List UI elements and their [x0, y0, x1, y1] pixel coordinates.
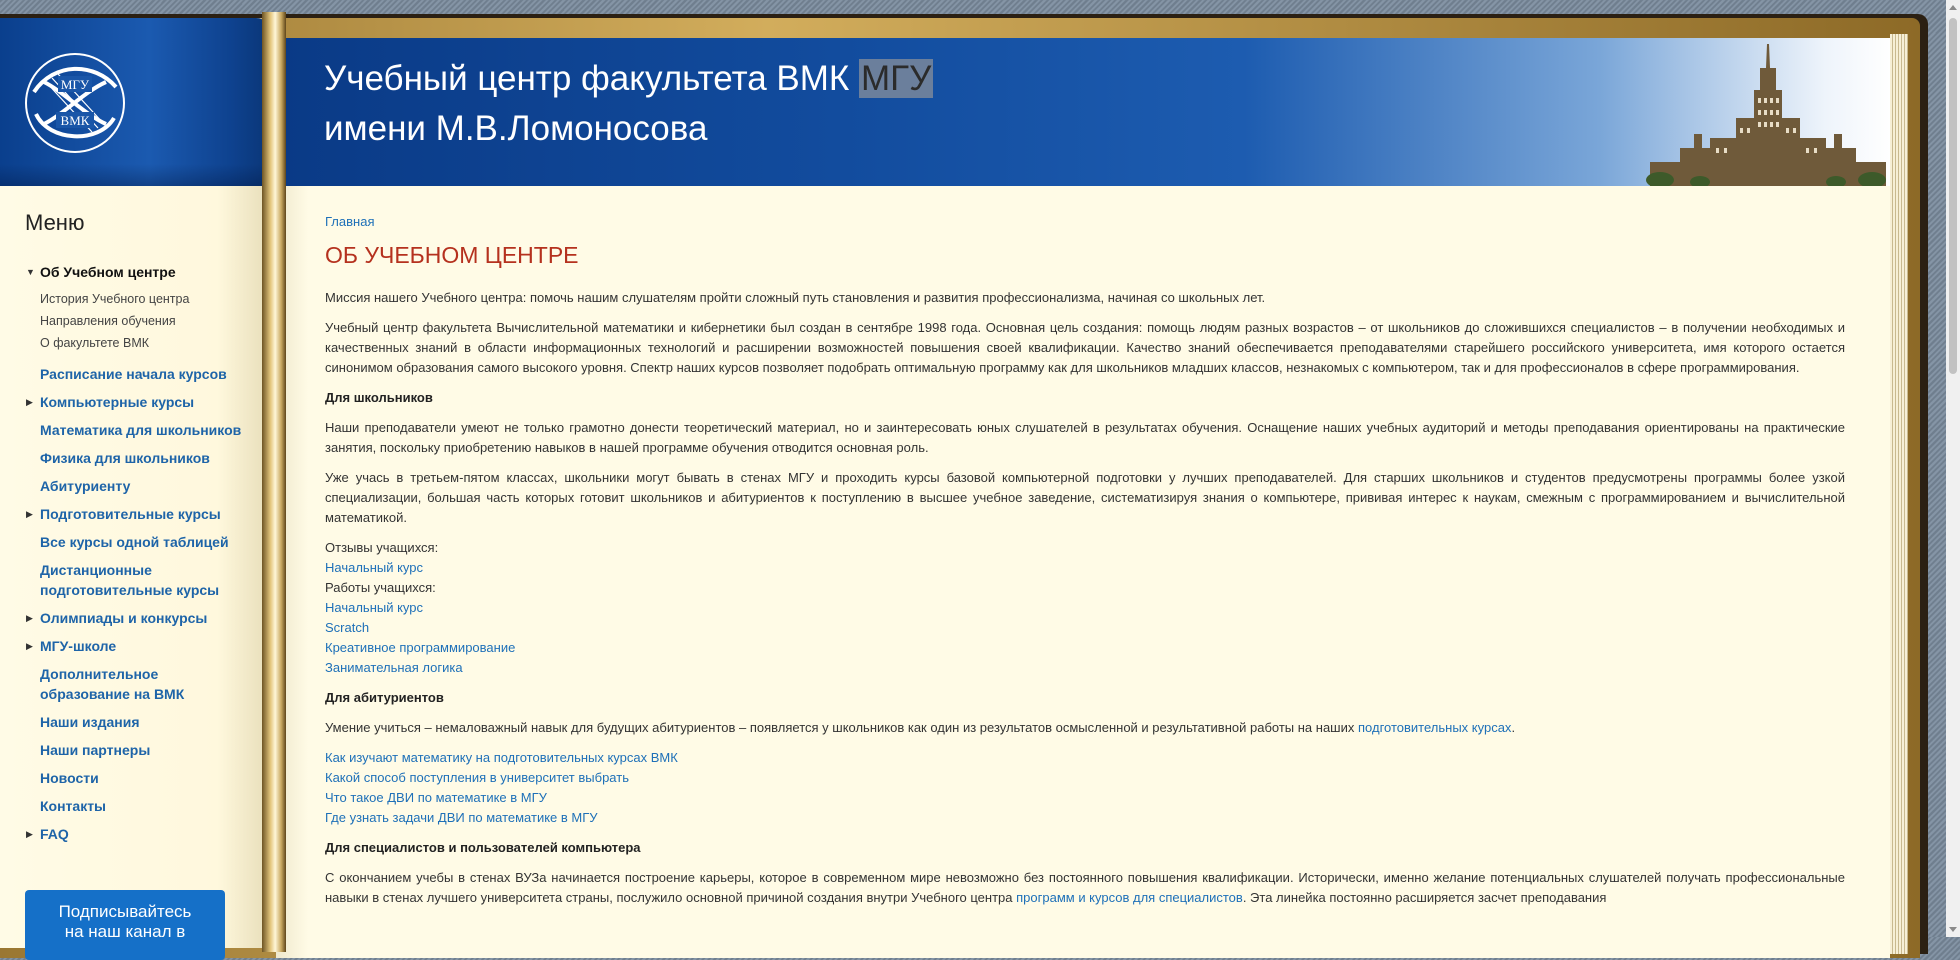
sidebar-menu: ▼ Об Учебном центре История Учебного цен…	[25, 262, 245, 852]
site-title-line2: имени М.В.Ломоносова	[324, 109, 708, 148]
menu-title: Меню	[25, 210, 85, 235]
book-pages-edge	[1890, 34, 1908, 954]
collapsed-arrow-icon: ▶	[26, 397, 33, 407]
site-title: Учебный центр факультета ВМК МГУ имени М…	[324, 54, 934, 154]
book-spine	[262, 12, 286, 952]
menu-item-label: Новости	[40, 770, 99, 786]
applicant-link-dvi[interactable]: Что такое ДВИ по математике в МГУ	[325, 790, 547, 805]
menu-item-label: Олимпиады и конкурсы	[40, 610, 208, 626]
applicant-links-block: Как изучают математику на подготовительн…	[325, 748, 1845, 828]
subscribe-button[interactable]: Подписывайтесь на наш канал в	[25, 890, 225, 960]
reviews-link-beginner[interactable]: Начальный курс	[325, 560, 423, 575]
submenu-item-history[interactable]: История Учебного центра	[40, 288, 245, 310]
main-content: Главная ОБ УЧЕБНОМ ЦЕНТРЕ Миссия нашего …	[325, 212, 1845, 918]
breadcrumb: Главная	[325, 212, 1845, 232]
collapsed-arrow-icon: ▶	[26, 613, 33, 623]
university-building-image	[1640, 38, 1890, 188]
paragraph-learning: Умение учиться – немаловажный навык для …	[325, 718, 1845, 738]
specialist-programs-link[interactable]: программ и курсов для специалистов	[1016, 890, 1243, 905]
menu-item-label: Все курсы одной таблицей	[40, 534, 229, 550]
section-heading-applicants: Для абитуриентов	[325, 690, 444, 705]
paragraph-teachers: Наши преподаватели умеют не только грамо…	[325, 420, 1845, 455]
menu-item-about[interactable]: ▼ Об Учебном центре	[25, 262, 245, 282]
menu-item-physics[interactable]: Физика для школьников	[25, 448, 245, 468]
menu-item-applicants[interactable]: Абитуриенту	[25, 476, 245, 496]
menu-item-label: Наши издания	[40, 714, 140, 730]
reviews-label: Отзывы учащихся:	[325, 540, 439, 555]
menu-item-msu-school[interactable]: ▶ МГУ-школе	[25, 636, 245, 656]
works-link-beginner[interactable]: Начальный курс	[325, 600, 423, 615]
subscribe-line1: Подписывайтесь	[58, 902, 192, 921]
menu-item-label: Математика для школьников	[40, 422, 242, 438]
submenu-about: История Учебного центра Направления обуч…	[25, 288, 245, 354]
paragraph-career-end: . Эта линейка постоянно расширяется засч…	[1242, 890, 1607, 905]
collapsed-arrow-icon: ▶	[26, 829, 33, 839]
scroll-down-arrow-icon[interactable]	[1949, 927, 1957, 932]
logo[interactable]: МГУ ВМК	[24, 52, 126, 154]
menu-item-all-courses[interactable]: Все курсы одной таблицей	[25, 532, 245, 552]
paragraph-learning-text: Умение учиться – немаловажный навык для …	[325, 720, 1358, 735]
menu-item-label: Подготовительные курсы	[40, 506, 221, 522]
section-heading-specialists: Для специалистов и пользователей компьют…	[325, 840, 641, 855]
scroll-up-arrow-icon[interactable]	[1949, 5, 1957, 10]
vmk-logo-icon: МГУ ВМК	[25, 53, 125, 153]
works-link-scratch[interactable]: Scratch	[325, 620, 369, 635]
menu-item-label: МГУ-школе	[40, 638, 117, 654]
page-title: ОБ УЧЕБНОМ ЦЕНТРЕ	[325, 242, 579, 268]
menu-item-label: Дистанционные подготовительные курсы	[40, 562, 220, 598]
scrollbar-thumb[interactable]	[1949, 18, 1957, 374]
menu-item-prep-courses[interactable]: ▶ Подготовительные курсы	[25, 504, 245, 524]
logo-text-bottom: ВМК	[61, 113, 90, 128]
expanded-arrow-icon: ▼	[26, 267, 35, 277]
menu-item-label: Физика для школьников	[40, 450, 210, 466]
menu-item-computer-courses[interactable]: ▶ Компьютерные курсы	[25, 392, 245, 412]
msu-building-icon	[1646, 44, 1886, 188]
menu-item-faq[interactable]: ▶ FAQ	[25, 824, 245, 844]
paragraph-mission: Миссия нашего Учебного центра: помочь на…	[325, 290, 1266, 305]
collapsed-arrow-icon: ▶	[26, 509, 33, 519]
menu-item-schedule[interactable]: Расписание начала курсов	[25, 364, 245, 384]
site-title-line1: Учебный центр факультета ВМК МГУ	[324, 54, 934, 104]
menu-item-contacts[interactable]: Контакты	[25, 796, 245, 816]
works-link-creative[interactable]: Креативное программирование	[325, 640, 515, 655]
applicant-link-dvi-tasks[interactable]: Где узнать задачи ДВИ по математике в МГ…	[325, 810, 598, 825]
site-title-highlight: МГУ	[859, 59, 934, 98]
paragraph-grades: Уже учась в третьем-пятом классах, школь…	[325, 470, 1845, 525]
collapsed-arrow-icon: ▶	[26, 641, 33, 651]
menu-item-label: Абитуриенту	[40, 478, 131, 494]
menu-item-olympiads[interactable]: ▶ Олимпиады и конкурсы	[25, 608, 245, 628]
menu-item-label: Компьютерные курсы	[40, 394, 195, 410]
applicant-link-math[interactable]: Как изучают математику на подготовительн…	[325, 750, 678, 765]
menu-item-news[interactable]: Новости	[25, 768, 245, 788]
breadcrumb-home-link[interactable]: Главная	[325, 214, 374, 229]
works-link-logic[interactable]: Занимательная логика	[325, 660, 463, 675]
applicant-link-admission[interactable]: Какой способ поступления в университет в…	[325, 770, 629, 785]
paragraph-learning-end: .	[1511, 720, 1516, 735]
menu-item-label: Расписание начала курсов	[40, 366, 227, 382]
submenu-item-directions[interactable]: Направления обучения	[40, 310, 245, 332]
vertical-scrollbar[interactable]	[1946, 0, 1960, 937]
menu-item-label: Контакты	[40, 798, 107, 814]
paragraph-career: С окончанием учебы в стенах ВУЗа начинае…	[325, 868, 1845, 908]
menu-item-partners[interactable]: Наши партнеры	[25, 740, 245, 760]
site-title-prefix: Учебный центр факультета ВМК	[324, 59, 860, 98]
menu-item-label: Наши партнеры	[40, 742, 151, 758]
subscribe-line2: на наш канал в	[64, 922, 186, 941]
menu-item-additional-edu[interactable]: Дополнительное образование на ВМК	[25, 664, 245, 704]
section-heading-schoolchildren: Для школьников	[325, 390, 433, 405]
submenu-item-faculty[interactable]: О факультете ВМК	[40, 332, 245, 354]
logo-text-top: МГУ	[61, 77, 90, 92]
works-label: Работы учащихся:	[325, 580, 436, 595]
menu-item-distance[interactable]: Дистанционные подготовительные курсы	[25, 560, 245, 600]
reviews-works-block: Отзывы учащихся: Начальный курс Работы у…	[325, 538, 1845, 678]
menu-item-label: Об Учебном центре	[40, 264, 176, 280]
menu-item-math[interactable]: Математика для школьников	[25, 420, 245, 440]
menu-item-label: Дополнительное образование на ВМК	[40, 666, 185, 702]
prep-courses-link[interactable]: подготовительных курсах	[1358, 720, 1511, 735]
menu-item-publications[interactable]: Наши издания	[25, 712, 245, 732]
paragraph-history: Учебный центр факультета Вычислительной …	[325, 320, 1845, 375]
menu-item-label: FAQ	[40, 826, 69, 842]
